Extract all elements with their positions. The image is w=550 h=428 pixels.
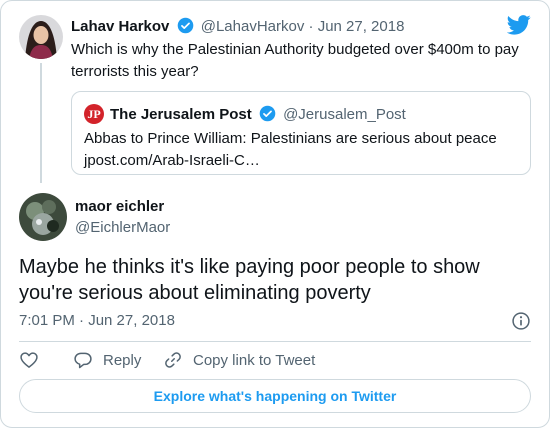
- quoted-body: Abbas to Prince William: Palestinians ar…: [84, 128, 497, 172]
- tweet-embed-card: Lahav Harkov @LahavHarkov · Jun 27, 2018…: [0, 0, 550, 428]
- main-author-handle[interactable]: @EichlerMaor: [75, 219, 170, 236]
- quoted-tweet-text: Abbas to Prince William: Palestinians ar…: [84, 130, 497, 147]
- quoted-tweet[interactable]: JP The Jerusalem Post @Jerusalem_Post Ab…: [71, 91, 531, 175]
- main-author-name[interactable]: maor eichler: [75, 198, 164, 215]
- parent-header: Lahav Harkov @LahavHarkov · Jun 27, 2018: [71, 17, 404, 35]
- tweet-timestamp[interactable]: 7:01 PM · Jun 27, 2018: [19, 312, 175, 329]
- thread-connector: [40, 63, 42, 183]
- reply-label: Reply: [103, 351, 142, 369]
- quoted-author-name: The Jerusalem Post: [110, 106, 252, 123]
- link-icon: [165, 352, 181, 368]
- reply-button[interactable]: Reply: [73, 347, 141, 373]
- verified-badge-icon: [177, 17, 193, 34]
- twitter-bird-icon[interactable]: [507, 15, 531, 35]
- verified-badge-icon: [259, 105, 276, 122]
- divider: [19, 341, 531, 342]
- reply-bubble-icon: [74, 352, 92, 369]
- quoted-author-handle: @Jerusalem_Post: [283, 106, 406, 123]
- copy-link-button[interactable]: Copy link to Tweet: [163, 347, 315, 373]
- jpost-logo: JP: [84, 104, 104, 124]
- info-icon[interactable]: [511, 311, 531, 331]
- parent-tweet-text: Which is why the Palestinian Authority b…: [71, 41, 519, 80]
- like-button[interactable]: [19, 347, 39, 373]
- main-tweet-text: Maybe he thinks it's like paying poor pe…: [19, 256, 480, 304]
- parent-date[interactable]: Jun 27, 2018: [318, 18, 405, 35]
- quoted-header: The Jerusalem Post @Jerusalem_Post: [110, 105, 406, 123]
- parent-avatar[interactable]: [19, 15, 63, 59]
- parent-author-handle[interactable]: @LahavHarkov: [201, 18, 305, 35]
- heart-icon: [20, 352, 38, 368]
- main-avatar[interactable]: [19, 193, 67, 241]
- quoted-link[interactable]: jpost.com/Arab-Israeli-C…: [84, 150, 497, 172]
- parent-author-name[interactable]: Lahav Harkov: [71, 18, 169, 35]
- copy-link-label: Copy link to Tweet: [193, 351, 316, 369]
- explore-twitter-button[interactable]: Explore what's happening on Twitter: [19, 379, 531, 413]
- parent-separator: ·: [308, 18, 314, 35]
